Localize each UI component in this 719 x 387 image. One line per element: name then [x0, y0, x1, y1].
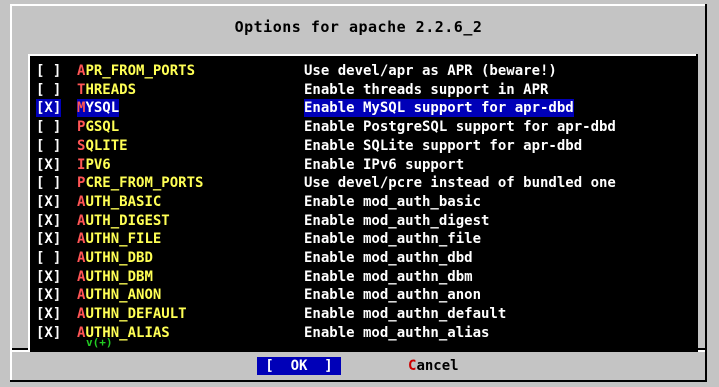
- option-checkbox[interactable]: [ ]: [36, 137, 61, 155]
- option-description: Enable mod_authn_default: [304, 306, 507, 323]
- option-name-rest: UTHN_ANON: [85, 287, 162, 304]
- option-row[interactable]: [ ] APR_FROM_PORTS Use devel/apr as APR (b…: [28, 62, 698, 80]
- option-name-rest: GSQL: [85, 119, 120, 136]
- option-checkbox[interactable]: [X]: [36, 212, 61, 230]
- option-row[interactable]: [X] AUTHN_DEFAULT Enable mod_authn_default: [28, 305, 698, 323]
- option-row[interactable]: [X] AUTHN_FILE Enable mod_authn_file: [28, 230, 698, 248]
- option-description: Enable MySQL support for apr-dbd: [304, 99, 574, 118]
- option-name: AUTH_BASIC: [77, 193, 161, 211]
- option-checkbox[interactable]: [ ]: [36, 174, 61, 192]
- option-checkbox[interactable]: [ ]: [36, 118, 61, 136]
- option-checkbox[interactable]: [X]: [36, 286, 61, 304]
- scroll-more-indicator[interactable]: v(+): [86, 336, 113, 349]
- option-name-rest: UTHN_DBD: [85, 250, 153, 266]
- option-description: Use devel/pcre instead of bundled one: [304, 175, 616, 192]
- option-name-rest: UTHN_DBM: [85, 268, 153, 285]
- dialog-border-right: [705, 4, 707, 382]
- option-row[interactable]: [ ] AUTHN_DBD Enable mod_authn_dbd: [28, 249, 698, 267]
- option-name: MYSQL: [77, 99, 120, 118]
- option-row[interactable]: [X] AUTH_BASIC Enable mod_auth_basic: [28, 193, 698, 211]
- ok-button[interactable]: [ OK ]: [257, 357, 341, 375]
- dialog-border-left: [10, 4, 12, 382]
- option-checkbox[interactable]: [X]: [36, 156, 61, 174]
- option-name-rest: UTHN_FILE: [85, 231, 162, 248]
- option-name: AUTHN_FILE: [77, 230, 161, 248]
- option-name-rest: CRE_FROM_PORTS: [85, 175, 204, 192]
- option-name: THREADS: [77, 81, 136, 99]
- cancel-button[interactable]: Cancel: [408, 357, 459, 375]
- option-name-rest: PV6: [85, 156, 111, 173]
- option-name: PGSQL: [77, 118, 119, 136]
- option-name-rest: YSQL: [85, 100, 120, 117]
- menu-frame-top: [28, 54, 698, 56]
- option-row[interactable]: [ ] SQLITE Enable SQLite support for apr-d…: [28, 137, 698, 155]
- option-name: IPV6: [77, 156, 111, 174]
- option-description: Enable mod_authn_dbd: [304, 250, 473, 266]
- option-description: Enable mod_authn_dbm: [304, 268, 473, 285]
- option-description: Enable PostgreSQL support for apr-dbd: [304, 119, 616, 136]
- option-name-rest: UTH_BASIC: [85, 193, 162, 210]
- option-checkbox[interactable]: [X]: [36, 193, 61, 211]
- option-row[interactable]: [X] MYSQL Enable MySQL support for apr-dbd: [28, 99, 698, 118]
- option-checkbox[interactable]: [X]: [36, 230, 61, 248]
- option-row[interactable]: [ ] THREADS Enable threads support in APR: [28, 81, 698, 99]
- dialog-border-top: [10, 4, 707, 6]
- option-name: AUTHN_ANON: [77, 286, 161, 304]
- option-checkbox[interactable]: [X]: [36, 99, 62, 118]
- option-row[interactable]: [ ] PCRE_FROM_PORTS Use devel/pcre instead…: [28, 174, 698, 192]
- option-description: Enable IPv6 support: [304, 156, 465, 173]
- option-checkbox[interactable]: [ ]: [36, 62, 61, 80]
- option-row[interactable]: [ ] PGSQL Enable PostgreSQL support for ap…: [28, 118, 698, 136]
- option-description: Enable mod_auth_digest: [304, 212, 490, 229]
- option-description: Enable threads support in APR: [304, 81, 549, 98]
- option-checkbox[interactable]: [X]: [36, 324, 61, 342]
- option-row[interactable]: [X] AUTHN_ANON Enable mod_authn_anon: [28, 286, 698, 304]
- option-checkbox[interactable]: [ ]: [36, 249, 61, 267]
- dialog-border-bottom: [10, 380, 707, 382]
- option-name: PCRE_FROM_PORTS: [77, 174, 203, 192]
- option-name: AUTHN_DEFAULT: [77, 305, 187, 323]
- option-description: Enable mod_authn_anon: [304, 287, 482, 304]
- option-row[interactable]: [X] IPV6 Enable IPv6 support: [28, 156, 698, 174]
- option-name-rest: UTH_DIGEST: [85, 212, 170, 229]
- button-bar: [ OK ] Cancel: [10, 357, 707, 377]
- option-name-rest: PR_FROM_PORTS: [85, 63, 196, 79]
- dialog-title: Options for apache 2.2.6_2: [234, 18, 483, 36]
- option-checkbox[interactable]: [X]: [36, 305, 61, 323]
- option-row[interactable]: [X] AUTH_DIGEST Enable mod_auth_digest: [28, 212, 698, 230]
- option-name: AUTHN_DBD: [77, 249, 153, 267]
- terminal-screen: Options for apache 2.2.6_2 [ ] APR_FROM_P…: [0, 0, 719, 387]
- option-description: Use devel/apr as APR (beware!): [304, 63, 557, 79]
- option-description: Enable SQLite support for apr-dbd: [304, 137, 583, 154]
- option-description: Enable mod_auth_basic: [304, 193, 482, 210]
- cancel-label: ancel: [416, 358, 459, 374]
- option-row[interactable]: [X] AUTHN_DBM Enable mod_authn_dbm: [28, 268, 698, 286]
- options-menu: [ ] APR_FROM_PORTS Use devel/apr as APR (b…: [28, 54, 698, 352]
- option-description: Enable mod_authn_file: [304, 231, 482, 248]
- option-checkbox[interactable]: [ ]: [36, 81, 61, 99]
- option-name: AUTHN_DBM: [77, 268, 153, 286]
- option-checkbox[interactable]: [X]: [36, 268, 61, 286]
- options-dialog: Options for apache 2.2.6_2 [ ] APR_FROM_P…: [10, 4, 707, 382]
- option-row[interactable]: [X] AUTHN_ALIAS Enable mod_authn_alias: [28, 324, 698, 342]
- option-name: AUTH_DIGEST: [77, 212, 170, 230]
- option-name: APR_FROM_PORTS: [77, 62, 195, 80]
- option-name-rest: HREADS: [85, 81, 137, 98]
- option-description: Enable mod_authn_alias: [304, 324, 490, 341]
- option-name-rest: UTHN_DEFAULT: [85, 306, 187, 323]
- option-name-rest: QLITE: [85, 137, 128, 154]
- option-name: SQLITE: [77, 137, 128, 155]
